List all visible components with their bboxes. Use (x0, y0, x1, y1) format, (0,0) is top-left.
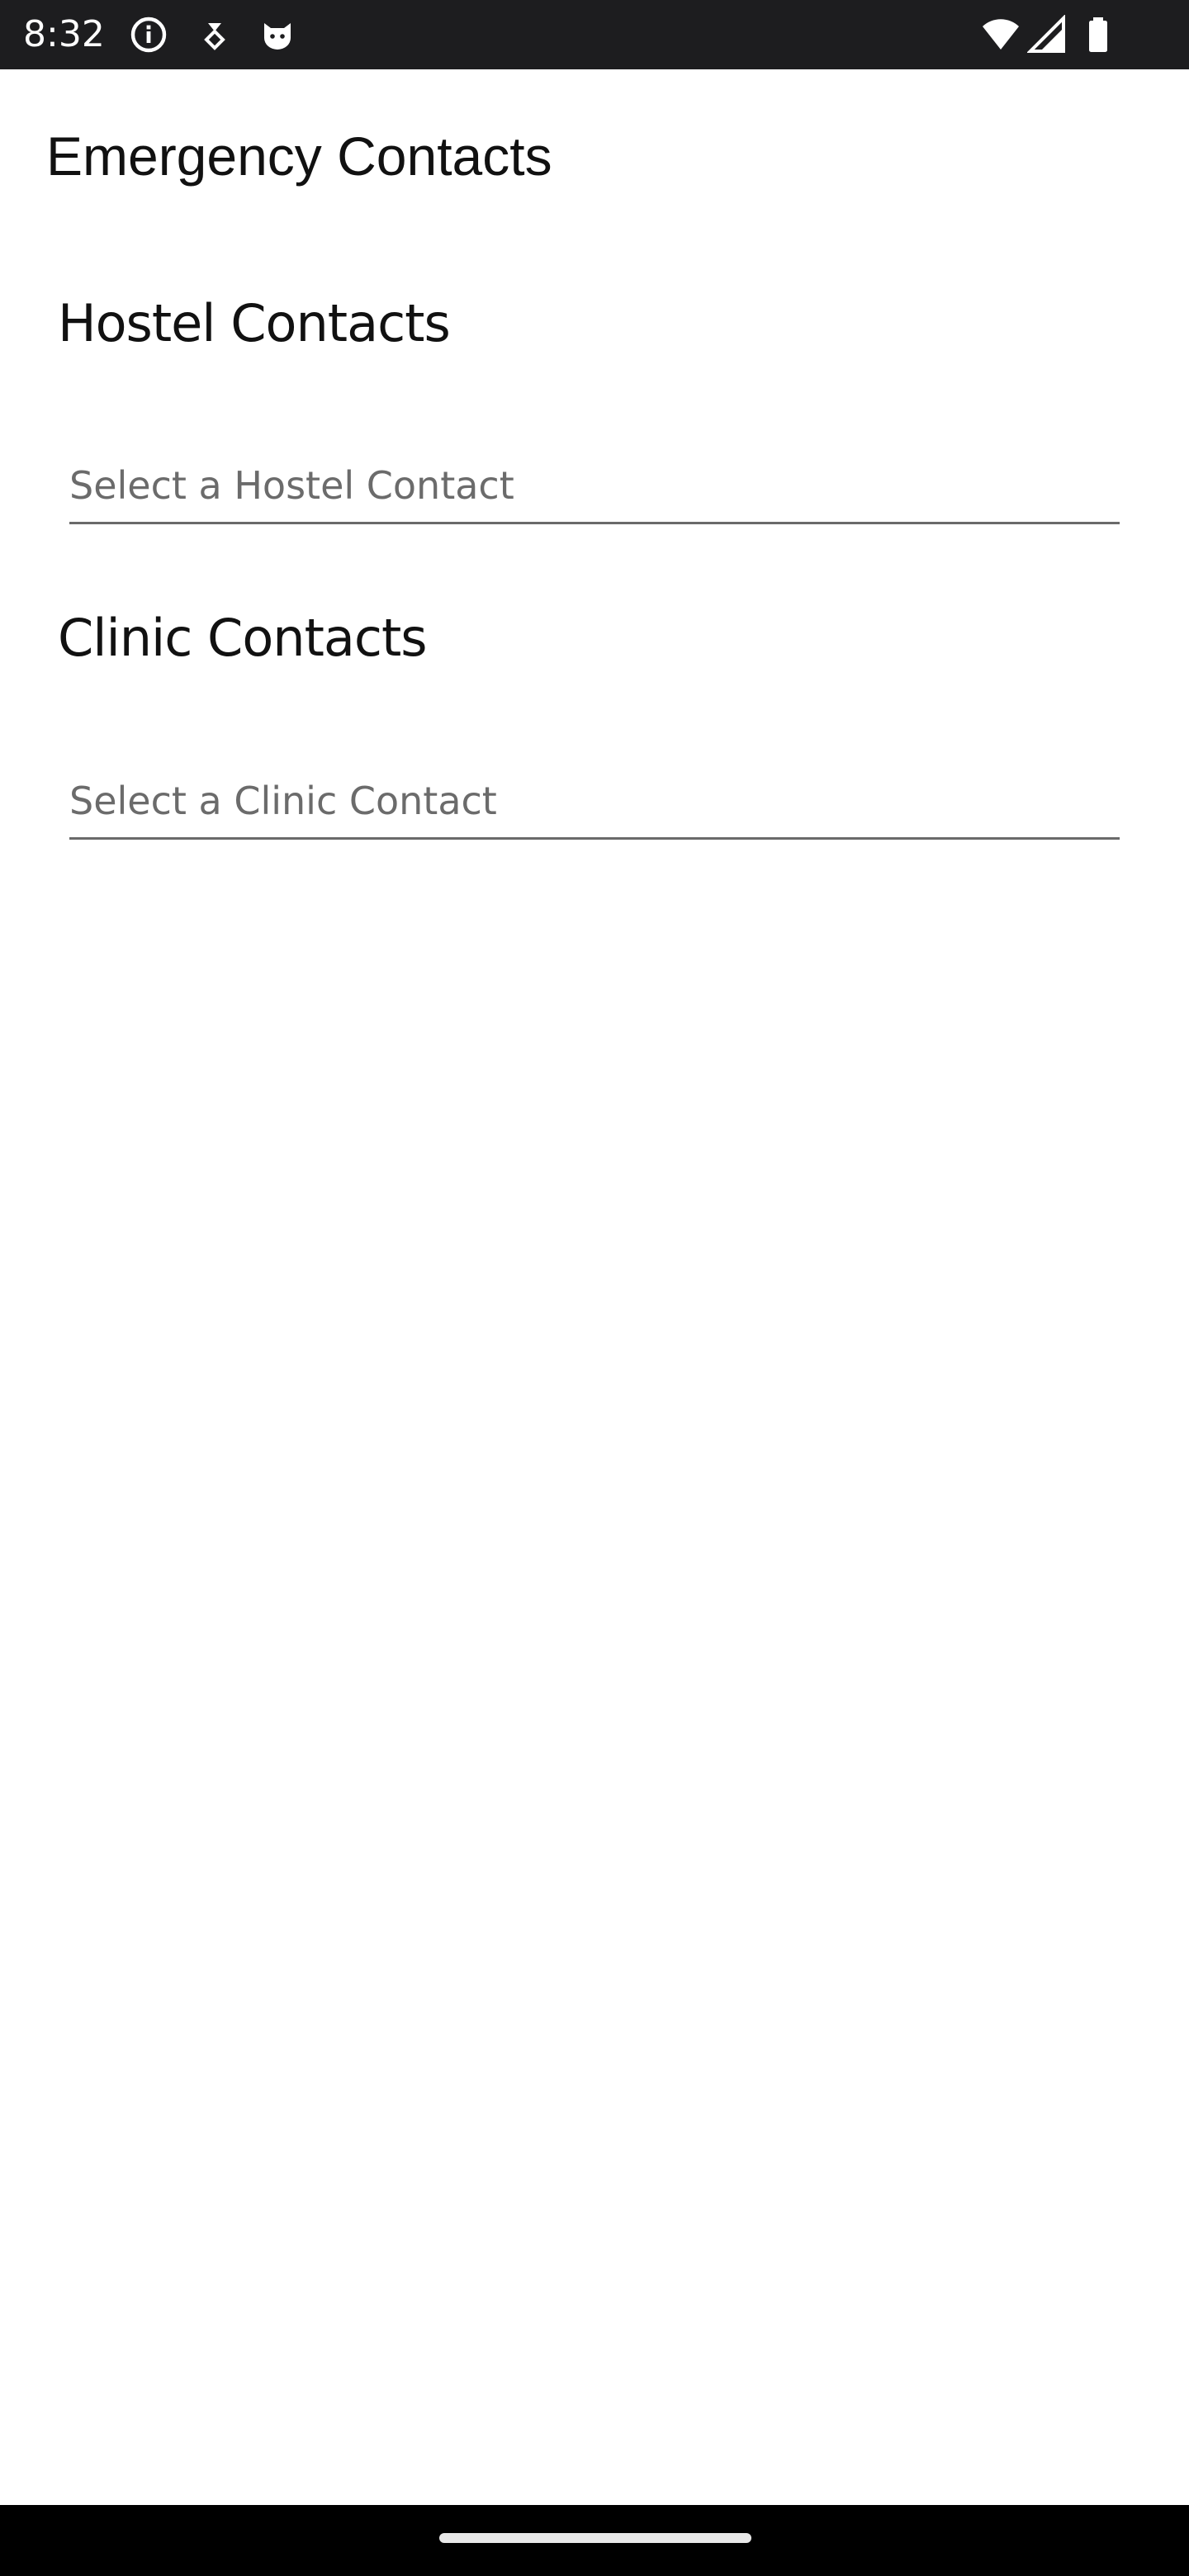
battery-icon (1078, 15, 1118, 54)
status-time: 8:32 (23, 13, 105, 55)
signal-icon (1027, 15, 1067, 54)
hostel-contacts-heading: Hostel Contacts (58, 293, 451, 353)
info-icon (129, 15, 168, 54)
clinic-contact-select-placeholder: Select a Clinic Contact (69, 779, 497, 823)
clinic-contact-select[interactable]: Select a Clinic Contact (69, 755, 1120, 840)
page-title: Emergency Contacts (46, 125, 552, 187)
wifi-icon (981, 15, 1021, 54)
hostel-contact-select-placeholder: Select a Hostel Contact (69, 463, 514, 508)
app-screen: 8:32 Emergency Contacts Hostel Contacts … (0, 0, 1189, 2576)
download-icon (195, 15, 234, 54)
home-gesture-handle[interactable] (439, 2533, 751, 2543)
app-bar: Emergency Contacts (0, 69, 1189, 234)
hostel-contact-select[interactable]: Select a Hostel Contact (69, 439, 1120, 524)
status-bar: 8:32 (0, 0, 1189, 69)
cat-icon (258, 15, 297, 54)
navigation-bar (0, 2505, 1189, 2576)
clinic-contacts-heading: Clinic Contacts (58, 608, 428, 668)
